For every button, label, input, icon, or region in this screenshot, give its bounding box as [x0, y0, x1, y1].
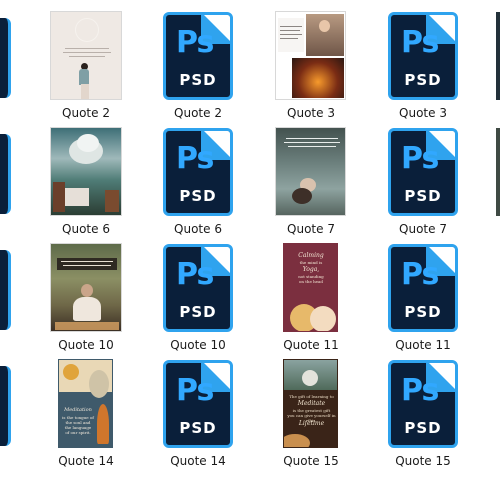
photoshop-file-icon[interactable] — [0, 366, 11, 446]
photoshop-file-icon: Ps PSD — [388, 12, 458, 100]
file-name-label: Quote 6 — [174, 222, 222, 236]
file-name-label: Quote 10 — [170, 338, 226, 352]
photoshop-file-icon: Ps PSD — [388, 244, 458, 332]
quote-thumbnail — [275, 127, 346, 216]
file-name-label: Quote 15 — [395, 454, 451, 468]
quote-thumbnail[interactable] — [496, 128, 500, 216]
file-name-label: Quote 10 — [58, 338, 114, 352]
file-name-label: Quote 14 — [58, 454, 114, 468]
quote-thumbnail — [275, 11, 346, 100]
photoshop-file-icon[interactable] — [0, 250, 11, 330]
quote-thumbnail: Calming the mind is Yoga, not standing o… — [283, 243, 338, 332]
photoshop-file-icon: Ps PSD — [388, 360, 458, 448]
photoshop-file-icon[interactable] — [0, 18, 11, 98]
file-name-label: Quote 3 — [287, 106, 335, 120]
file-name-label: Quote 11 — [283, 338, 339, 352]
photoshop-file-icon: Ps PSD — [163, 12, 233, 100]
quote-thumbnail[interactable] — [496, 12, 500, 100]
file-name-label: Quote 2 — [62, 106, 110, 120]
decorative-circle — [75, 18, 99, 42]
file-name-label: Quote 11 — [395, 338, 451, 352]
quote-thumbnail: The gift of learning to Meditate is the … — [283, 359, 338, 448]
file-name-label: Quote 7 — [399, 222, 447, 236]
quote-thumbnail — [50, 11, 122, 100]
quote-thumbnail: Meditation is the tongue of the soul and… — [58, 359, 113, 448]
quote-thumbnail — [50, 127, 122, 216]
photoshop-file-icon: Ps PSD — [163, 128, 233, 216]
file-name-label: Quote 7 — [287, 222, 335, 236]
file-name-label: Quote 14 — [170, 454, 226, 468]
file-name-label: Quote 15 — [283, 454, 339, 468]
photoshop-file-icon: Ps PSD — [163, 360, 233, 448]
file-name-label: Quote 6 — [62, 222, 110, 236]
quote-thumbnail — [50, 243, 122, 332]
file-name-label: Quote 2 — [174, 106, 222, 120]
file-name-label: Quote 3 — [399, 106, 447, 120]
photoshop-file-icon: Ps PSD — [163, 244, 233, 332]
photoshop-file-icon: Ps PSD — [388, 128, 458, 216]
file-grid: Quote 2 Ps PSD Quote 2 Quote 3 Ps PSD Qu… — [0, 0, 500, 497]
photoshop-file-icon[interactable] — [0, 134, 11, 214]
